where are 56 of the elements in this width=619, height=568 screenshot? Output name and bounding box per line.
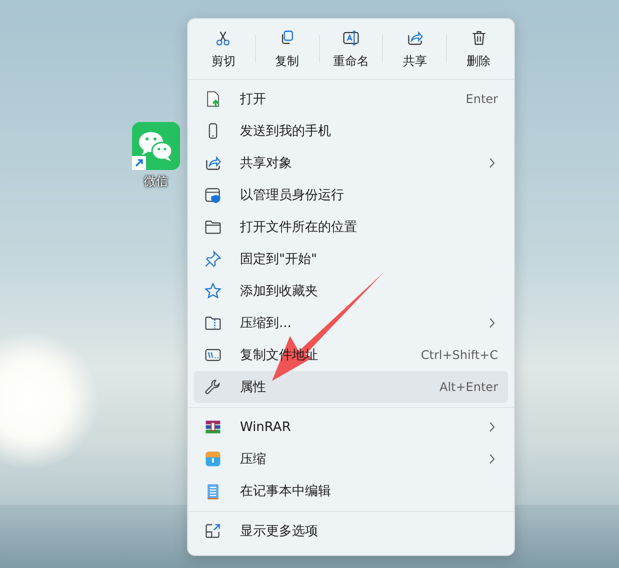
share-icon bbox=[204, 154, 222, 172]
file-icon bbox=[204, 90, 222, 108]
shortcut-text: Ctrl+Shift+C bbox=[420, 348, 498, 362]
menu-item[interactable]: 打开 Enter bbox=[194, 83, 508, 115]
menu-item-label: 显示更多选项 bbox=[240, 523, 319, 540]
menu-item[interactable]: WinRAR bbox=[194, 411, 508, 443]
menu-item[interactable]: 以管理员身份运行 bbox=[194, 179, 508, 211]
shield-window-icon bbox=[204, 186, 222, 204]
toolbar-button[interactable]: 删除 bbox=[447, 23, 510, 75]
menu-item-label: 属性 bbox=[240, 379, 267, 396]
toolbar-button[interactable]: 共享 bbox=[383, 23, 446, 75]
menu-item[interactable]: 压缩 bbox=[194, 443, 508, 475]
menu-item[interactable]: 发送到我的手机 bbox=[194, 115, 508, 147]
zip-folder-icon bbox=[204, 314, 222, 332]
menu-item[interactable]: 显示更多选项 bbox=[194, 515, 508, 547]
shortcut-text: Alt+Enter bbox=[439, 380, 498, 394]
chevron-icon bbox=[488, 317, 496, 329]
folder-icon bbox=[204, 218, 222, 236]
chevron-icon bbox=[488, 157, 496, 169]
menu-item-label: 共享对象 bbox=[240, 155, 293, 172]
wrench-icon bbox=[204, 378, 222, 396]
menu-item-label: 以管理员身份运行 bbox=[240, 187, 345, 204]
rename-icon bbox=[342, 28, 360, 46]
desktop-icon-label: 微信 bbox=[144, 173, 168, 190]
menu-item-label: 固定到"开始" bbox=[240, 251, 318, 268]
menu-item[interactable]: 共享对象 bbox=[194, 147, 508, 179]
menu-item[interactable]: 固定到"开始" bbox=[194, 243, 508, 275]
toolbar-button[interactable]: 复制 bbox=[256, 23, 319, 75]
shortcut-text: Enter bbox=[466, 92, 498, 106]
toolbar-button[interactable]: 剪切 bbox=[192, 23, 255, 75]
archive-app-icon bbox=[204, 450, 222, 468]
menu-item-label: 压缩到... bbox=[240, 315, 292, 332]
menu-item[interactable]: 打开文件所在的位置 bbox=[194, 211, 508, 243]
chat-app-icon[interactable] bbox=[132, 122, 180, 170]
menu-item-label: 压缩 bbox=[240, 451, 267, 468]
menu-item-label: 发送到我的手机 bbox=[240, 123, 332, 140]
share-icon bbox=[406, 28, 424, 46]
menu-item-label: 打开 bbox=[240, 91, 267, 108]
expand-window-icon bbox=[204, 522, 222, 540]
menu-item-label: WinRAR bbox=[240, 420, 292, 434]
scissors-icon bbox=[214, 28, 232, 46]
menu-item[interactable]: 压缩到... bbox=[194, 307, 508, 339]
path-icon bbox=[204, 346, 222, 364]
star-icon bbox=[204, 282, 222, 300]
toolbar-button[interactable]: 重命名 bbox=[320, 23, 382, 75]
menu-item[interactable]: 在记事本中编辑 bbox=[194, 475, 508, 507]
chevron-icon bbox=[488, 421, 496, 433]
trash-icon bbox=[470, 28, 488, 46]
pin-icon bbox=[204, 250, 222, 268]
menu-item-label: 打开文件所在的位置 bbox=[240, 219, 358, 236]
winrar-icon bbox=[204, 418, 222, 436]
menu-item-label: 在记事本中编辑 bbox=[240, 483, 332, 500]
menu-item[interactable]: 属性 Alt+Enter bbox=[194, 371, 508, 403]
chevron-icon bbox=[488, 453, 496, 465]
menu-item-label: 添加到收藏夹 bbox=[240, 283, 319, 300]
menu-item[interactable]: 添加到收藏夹 bbox=[194, 275, 508, 307]
